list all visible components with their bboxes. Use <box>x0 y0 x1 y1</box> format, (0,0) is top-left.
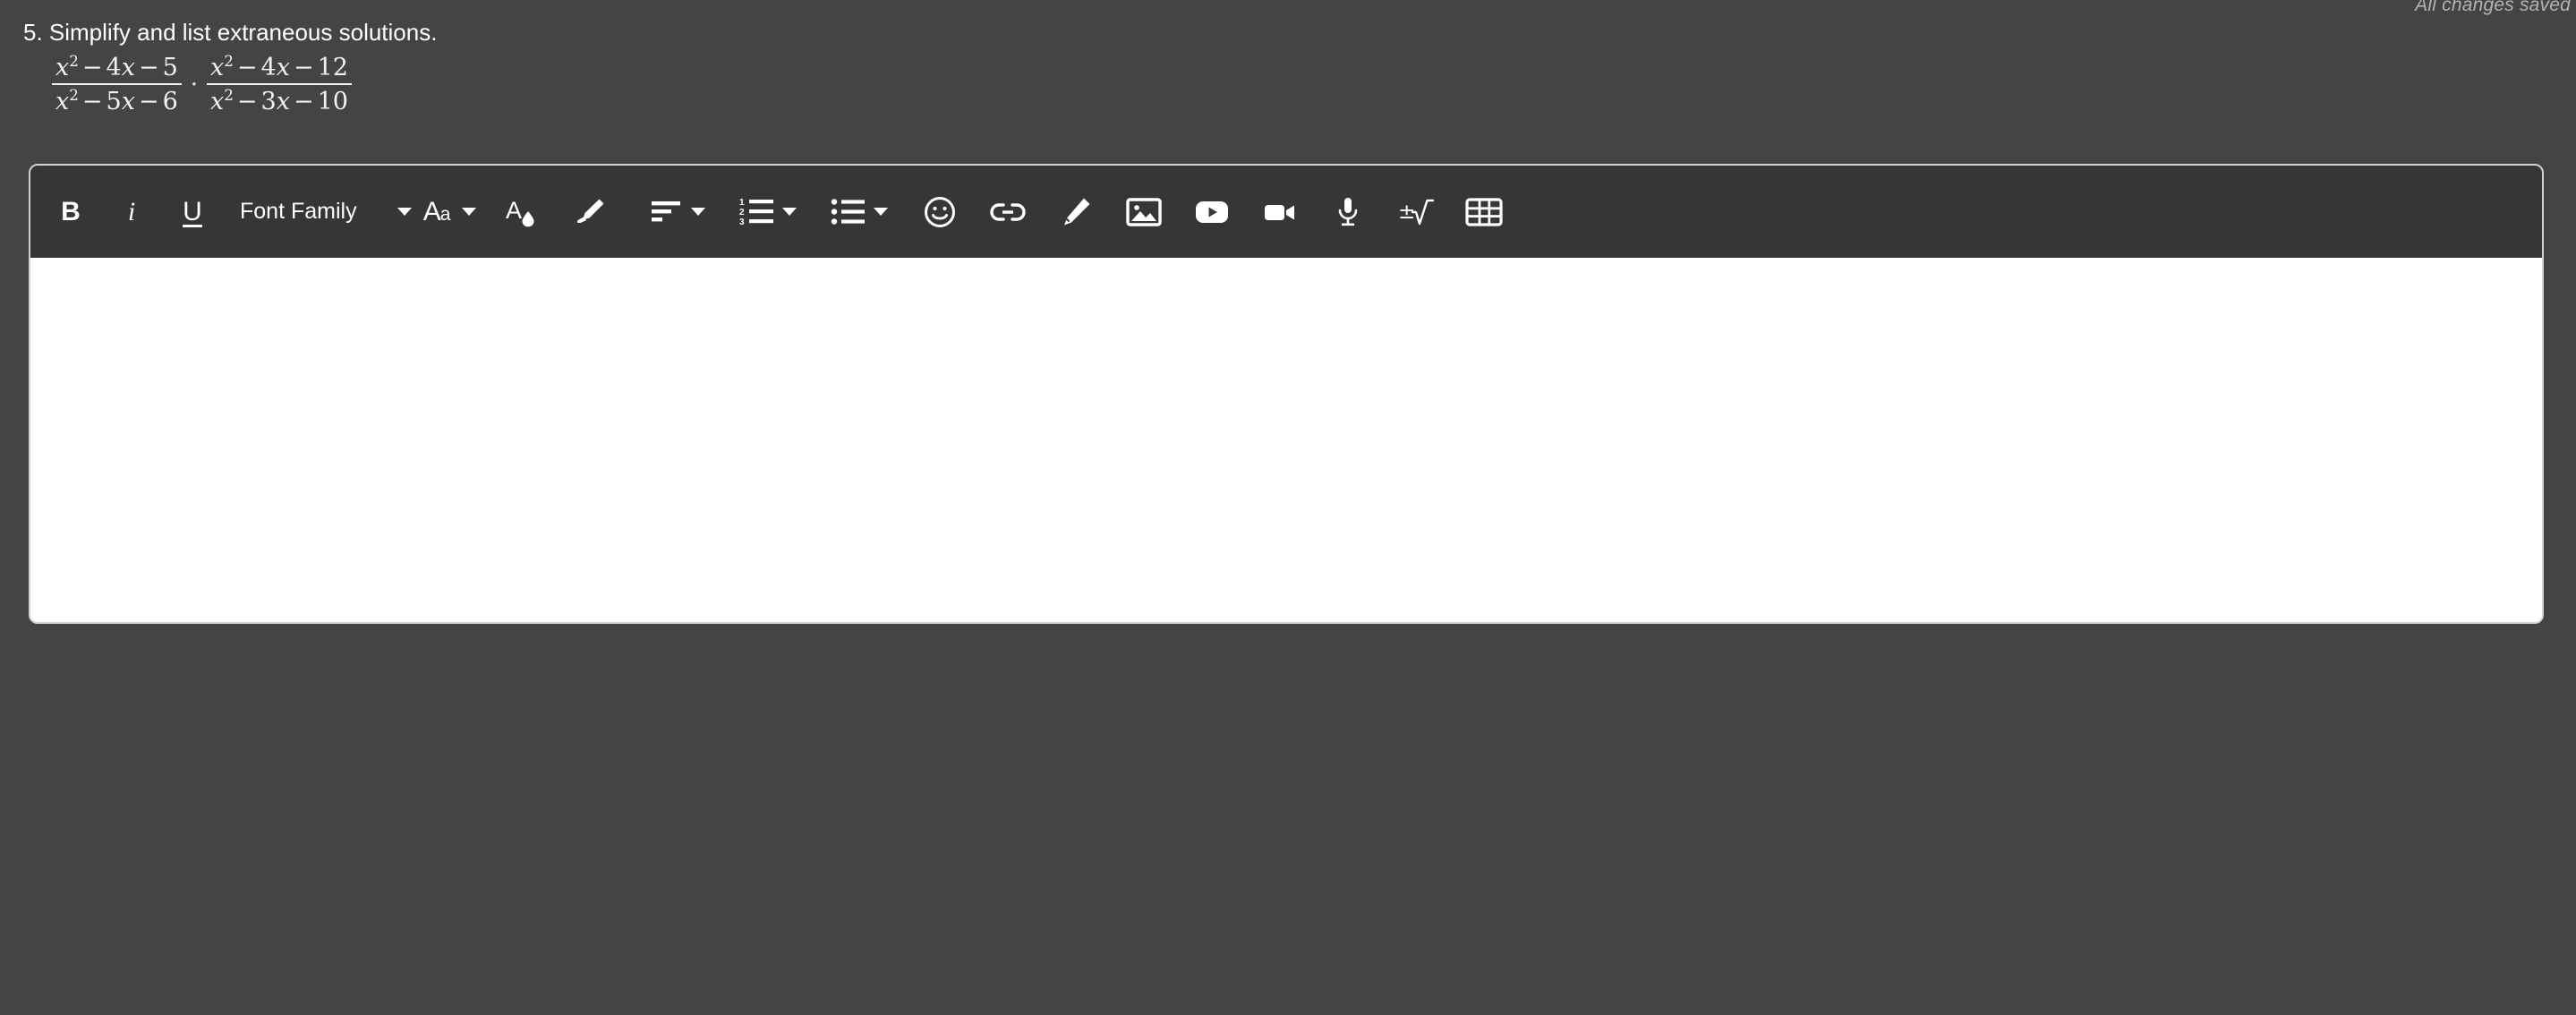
multiplication-operator: · <box>190 72 199 99</box>
question-prompt: 5. Simplify and list extraneous solution… <box>23 19 438 46</box>
f1n-coef: 4 <box>106 53 122 81</box>
svg-text:1: 1 <box>739 198 745 208</box>
chevron-down-icon <box>397 208 412 216</box>
chevron-down-icon <box>781 208 797 216</box>
f2d-constant: 10 <box>317 88 348 116</box>
f1n-var: x <box>55 53 70 81</box>
link-icon <box>989 202 1026 221</box>
microphone-button[interactable] <box>1327 187 1369 237</box>
f1n-exponent: 2 <box>69 51 79 70</box>
svg-text:A: A <box>506 197 522 224</box>
youtube-icon <box>1195 200 1228 223</box>
emoji-icon <box>924 196 955 227</box>
bullet-list-button[interactable] <box>828 187 869 237</box>
svg-text:2: 2 <box>739 208 745 218</box>
font-size-caret-button[interactable] <box>457 187 481 237</box>
question-block: 5. Simplify and list extraneous solution… <box>0 19 985 115</box>
fraction-1-denominator: x2−5x −6 <box>52 87 182 115</box>
f1n-var2: x <box>121 53 135 81</box>
align-button[interactable] <box>645 187 687 237</box>
fraction-1-numerator: x2−4x −5 <box>52 53 182 81</box>
youtube-button[interactable] <box>1191 187 1233 237</box>
math-expression: x2−4x −5 x2−5x −6 · x2−4x −12 x2−3x −10 <box>0 53 985 115</box>
align-left-icon <box>651 200 680 221</box>
emoji-button[interactable] <box>919 187 960 237</box>
f2n-exponent: 2 <box>224 51 234 70</box>
editor-content-area[interactable] <box>30 258 2542 622</box>
f2n-op2: − <box>293 53 314 81</box>
link-button[interactable] <box>987 187 1028 237</box>
font-size-large-a: A <box>422 196 441 226</box>
chevron-down-icon <box>873 208 888 216</box>
font-size-button[interactable]: Aa <box>416 187 457 237</box>
f1d-op2: − <box>138 88 159 116</box>
microphone-icon <box>1338 197 1357 226</box>
chevron-down-icon <box>461 208 476 216</box>
saved-status-text: All changes saved <box>2415 0 2571 15</box>
video-camera-icon <box>1264 204 1294 220</box>
highlighter-button[interactable] <box>568 187 610 237</box>
f2n-constant: 12 <box>317 53 348 81</box>
numbered-list-icon: 1 2 3 <box>739 198 773 227</box>
table-icon <box>1464 197 1503 226</box>
table-button[interactable] <box>1463 187 1505 237</box>
f1d-var: x <box>55 88 70 116</box>
fraction-1-bar <box>52 83 182 86</box>
chevron-down-icon <box>690 208 705 216</box>
f2d-var: x <box>210 88 225 116</box>
image-button[interactable] <box>1123 187 1164 237</box>
draw-button[interactable] <box>1055 187 1096 237</box>
rich-text-editor: B i U Font Family Aa A 1 2 3 ± <box>29 164 2544 624</box>
text-color-icon: A <box>506 197 534 226</box>
underline-button[interactable]: U <box>172 187 213 237</box>
editor-toolbar: B i U Font Family Aa A 1 2 3 ± <box>30 166 2542 258</box>
f1d-exponent: 2 <box>69 86 79 105</box>
f2n-coef: 4 <box>260 53 277 81</box>
f1d-op1: − <box>81 88 103 116</box>
math-equation-icon: ± <box>1398 199 1434 225</box>
numbered-list-button[interactable]: 1 2 3 <box>737 187 778 237</box>
highlighter-icon <box>576 199 604 223</box>
f2n-var: x <box>210 53 225 81</box>
svg-text:3: 3 <box>739 218 745 227</box>
f2n-op1: − <box>236 53 258 81</box>
font-size-icon: Aa <box>422 196 451 226</box>
f2d-coef: 3 <box>260 88 277 116</box>
fraction-2-numerator: x2−4x −12 <box>207 53 352 81</box>
video-button[interactable] <box>1259 187 1301 237</box>
math-equation-button[interactable]: ± <box>1395 187 1437 237</box>
numbered-list-caret-button[interactable] <box>778 187 801 237</box>
italic-button[interactable]: i <box>111 187 152 237</box>
bullet-list-icon <box>831 198 865 225</box>
image-icon <box>1125 197 1162 226</box>
f2n-var2: x <box>276 53 290 81</box>
f1n-op2: − <box>138 53 159 81</box>
f2d-op1: − <box>236 88 258 116</box>
f1d-coef: 5 <box>106 88 122 116</box>
f2d-exponent: 2 <box>224 86 234 105</box>
align-caret-button[interactable] <box>687 187 710 237</box>
bullet-list-caret-button[interactable] <box>869 187 892 237</box>
fraction-2-denominator: x2−3x −10 <box>207 87 352 115</box>
f1n-constant: 5 <box>162 53 178 81</box>
f1d-constant: 6 <box>162 88 178 116</box>
f2d-var2: x <box>276 88 290 116</box>
fraction-2: x2−4x −12 x2−3x −10 <box>207 53 352 115</box>
f1n-op1: − <box>81 53 103 81</box>
f2d-op2: − <box>293 88 314 116</box>
f1d-var2: x <box>121 88 135 116</box>
bold-button[interactable]: B <box>50 187 91 237</box>
fraction-2-bar <box>207 83 352 86</box>
text-color-button[interactable]: A <box>500 187 542 237</box>
font-size-small-a: a <box>439 203 451 225</box>
pencil-icon <box>1063 198 1090 225</box>
font-family-dropdown[interactable]: Font Family <box>240 199 357 225</box>
font-family-caret-button[interactable] <box>393 187 416 237</box>
fraction-1: x2−4x −5 x2−5x −6 <box>52 53 182 115</box>
